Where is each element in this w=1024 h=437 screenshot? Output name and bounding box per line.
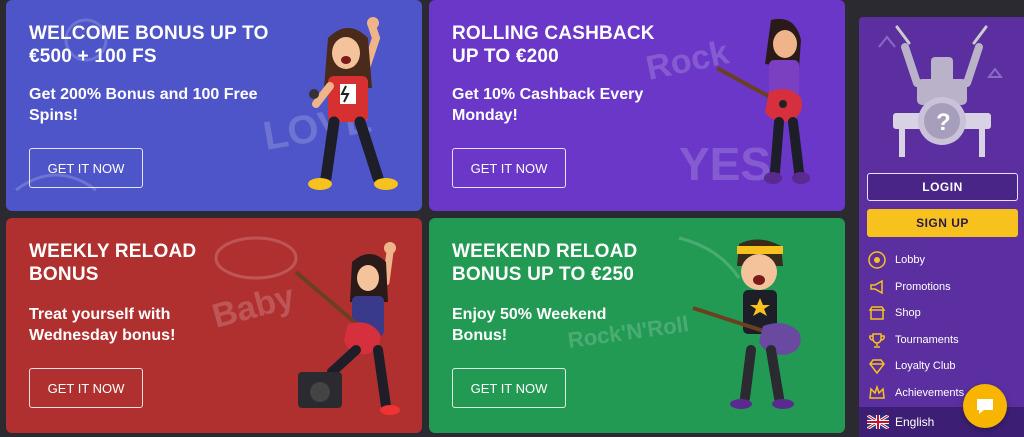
rocker-guitarist-girl-illustration [716,18,810,184]
sidebar-item-shop[interactable]: Shop [867,300,1022,327]
sidebar-item-lobby[interactable]: Lobby [867,247,1022,274]
svg-text:Baby: Baby [208,277,298,335]
weekly-reload-card: Baby WEEKLY RELOAD BONUS Treat yourself … [6,218,422,433]
rocker-guitarist-amp-illustration [294,242,400,415]
shop-icon [867,303,887,323]
rocker-singer-illustration [308,17,398,190]
card-description: Get 200% Bonus and 100 Free Spins! [29,86,258,124]
sidebar: ? LOGIN SIGN UP Lobby Promotions Shop To… [859,17,1024,437]
get-it-now-button[interactable]: GET IT NOW [29,148,143,188]
vinyl-record-icon [867,250,887,270]
sidebar-item-label: Loyalty Club [895,360,956,373]
get-it-now-button[interactable]: GET IT NOW [29,368,143,408]
sign-up-button[interactable]: SIGN UP [867,209,1018,237]
diamond-icon [867,356,887,376]
get-it-now-button[interactable]: GET IT NOW [452,148,566,188]
sidebar-item-promotions[interactable]: Promotions [867,274,1022,301]
crown-icon [867,383,887,403]
rocker-headband-guitarist-illustration [692,239,801,409]
welcome-bonus-card: LOVE WELCOME BONUS UP TO €500 + 100 FS G… [6,0,422,211]
language-label: English [895,415,935,429]
sidebar-item-label: Achievements [895,386,965,399]
uk-flag-icon [867,415,889,429]
card-title: WEEKLY RELOAD BONUS [29,241,197,285]
rolling-cashback-card: Rock YES ROLLING CASHBACK UP TO €200 Get… [429,0,845,211]
sidebar-item-label: Promotions [895,280,951,293]
card-description: Enjoy 50% Weekend Bonus! [452,306,607,344]
card-title: ROLLING CASHBACK UP TO €200 [452,23,655,67]
card-description: Get 10% Cashback Every Monday! [452,86,644,124]
chat-button[interactable] [963,384,1007,428]
card-title: WEEKEND RELOAD BONUS UP TO €250 [452,241,638,285]
sidebar-item-tournaments[interactable]: Tournaments [867,327,1022,354]
trophy-icon [867,330,887,350]
weekend-reload-card: Rock'N'Roll WEEKEND RELOAD BONUS UP TO €… [429,218,845,433]
chat-bubble-icon [977,399,993,414]
megaphone-icon [867,277,887,297]
login-button[interactable]: LOGIN [867,173,1018,201]
drummer-mystery-illustration: ? [878,25,1003,157]
card-title: WELCOME BONUS UP TO €500 + 100 FS [29,23,269,67]
sidebar-item-label: Shop [895,307,921,320]
sidebar-item-label: Lobby [895,254,925,267]
card-description: Treat yourself with Wednesday bonus! [29,306,176,344]
svg-text:?: ? [936,109,951,136]
get-it-now-button[interactable]: GET IT NOW [452,368,566,408]
sidebar-nav: Lobby Promotions Shop Tournaments Loyalt… [867,247,1022,406]
sidebar-item-label: Tournaments [895,333,959,346]
sidebar-item-loyalty-club[interactable]: Loyalty Club [867,353,1022,380]
